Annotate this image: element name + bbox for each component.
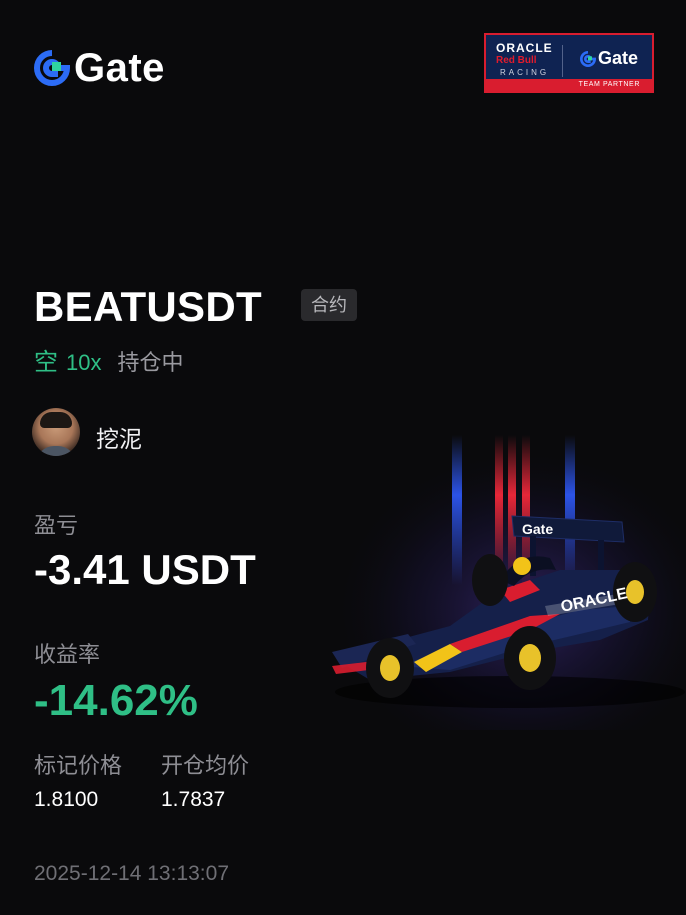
pnl-value: -3.41 USDT (34, 546, 256, 593)
partner-gate-text: Gate (598, 48, 639, 68)
partner-gate-logo: Gate (580, 48, 638, 69)
contract-symbol: BEATUSDT (34, 283, 262, 330)
racing-text: RACING (500, 68, 550, 77)
position-info: 空 10x 持仓中 (34, 342, 184, 377)
mark-price-label: 标记价格 (34, 753, 123, 778)
avatar-hair (40, 412, 72, 428)
team-partner-strip: TEAM PARTNER (486, 79, 652, 91)
roi-label: 收益率 (34, 642, 101, 667)
share-card: Gate ORACLE Red Bull RACING Gate TEAM PA… (0, 0, 686, 915)
blue-beam (452, 435, 462, 585)
leverage: 10x (66, 350, 102, 375)
entry-price-label: 开仓均价 (161, 753, 250, 778)
timestamp: 2025-12-14 13:13:07 (34, 862, 229, 885)
roi-value: -14.62% (34, 676, 198, 725)
gate-logo: Gate (34, 48, 165, 88)
entry-price-value: 1.7837 (161, 788, 226, 811)
gate-logo-icon (580, 50, 596, 67)
partner-divider (562, 45, 563, 77)
team-partner-badge: ORACLE Red Bull RACING Gate TEAM PARTNER (484, 33, 654, 93)
username: 挖泥 (96, 426, 142, 452)
mark-price-value: 1.8100 (34, 788, 99, 811)
svg-text:Gate: Gate (522, 521, 553, 537)
avatar (32, 408, 80, 456)
brand-name: Gate (74, 46, 165, 90)
oracle-text: ORACLE (496, 41, 553, 55)
gate-logo-icon (34, 50, 70, 86)
position-status: 持仓中 (117, 350, 184, 375)
avatar-shirt (36, 446, 76, 456)
pnl-label: 盈亏 (34, 513, 79, 538)
position-side: 空 (34, 349, 58, 376)
contract-type-badge: 合约 (301, 289, 357, 321)
f1-car-illustration: Gate ORACLE (330, 430, 686, 730)
blue-beam (565, 435, 575, 585)
red-bull-text: Red Bull (496, 55, 537, 66)
